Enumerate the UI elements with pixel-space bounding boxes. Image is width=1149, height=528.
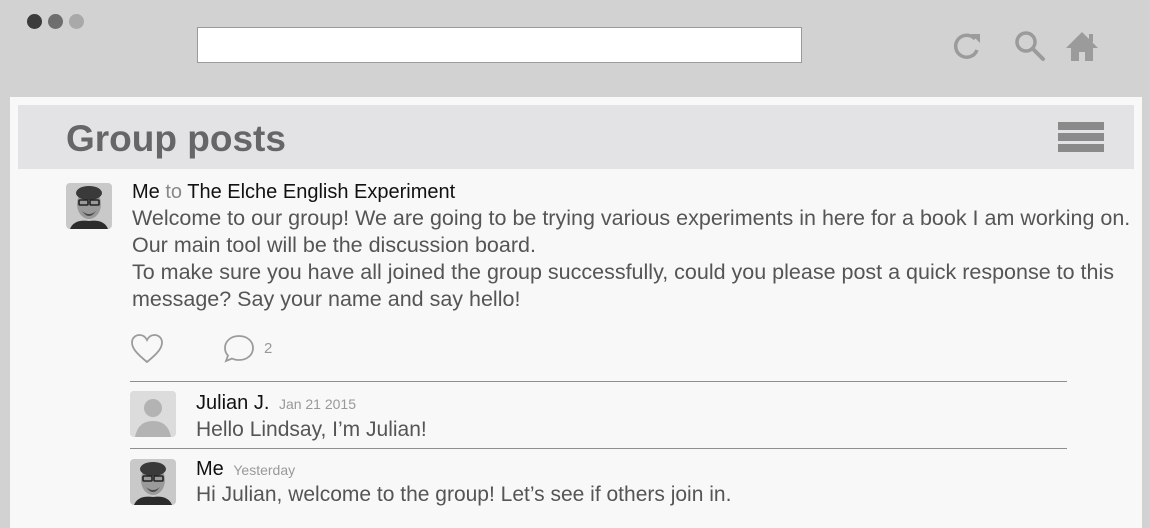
divider [130, 448, 1067, 449]
home-icon[interactable] [1064, 28, 1100, 64]
post-author[interactable]: Me [132, 181, 160, 203]
avatar[interactable] [66, 183, 112, 229]
reply-text: Hi Julian, welcome to the group! Let’s s… [196, 483, 732, 506]
post-paragraph: Welcome to our group! We are going to be… [132, 206, 1131, 257]
reply-date: Yesterday [233, 462, 296, 478]
divider [130, 381, 1067, 382]
post-to-label: to [165, 181, 183, 203]
post-paragraph: To make sure you have all joined the gro… [132, 260, 1114, 311]
search-icon[interactable] [1012, 28, 1048, 64]
reply-header: Julian J. Jan 21 2015 [196, 391, 356, 416]
post-body: Welcome to our group! We are going to be… [132, 205, 1132, 313]
page-header: Group posts [18, 105, 1134, 169]
window-maximize-dot[interactable] [69, 14, 84, 29]
comment-bubble-icon[interactable] [222, 333, 256, 365]
reply-author[interactable]: Julian J. [196, 392, 269, 414]
hamburger-menu-icon[interactable] [1058, 122, 1104, 160]
post-group-link[interactable]: The Elche English Experiment [187, 181, 455, 203]
page-title: Group posts [66, 118, 286, 159]
browser-toolbar [0, 0, 1149, 88]
reply-author[interactable]: Me [196, 458, 224, 480]
reply-text: Hello Lindsay, I’m Julian! [196, 418, 427, 441]
reload-icon[interactable] [948, 28, 984, 64]
reply-header: Me Yesterday [196, 457, 295, 482]
comment-count: 2 [264, 340, 273, 357]
window-minimize-dot[interactable] [48, 14, 63, 29]
like-heart-icon[interactable] [130, 333, 164, 365]
window-close-dot[interactable] [27, 14, 42, 29]
avatar[interactable] [130, 459, 176, 505]
address-bar[interactable] [197, 27, 802, 63]
avatar-placeholder[interactable] [130, 391, 176, 437]
page-content: Group posts Me to The Elche English Expe… [10, 97, 1142, 528]
reply-date: Jan 21 2015 [278, 396, 357, 412]
post-header: Me to The Elche English Experiment [132, 179, 455, 205]
